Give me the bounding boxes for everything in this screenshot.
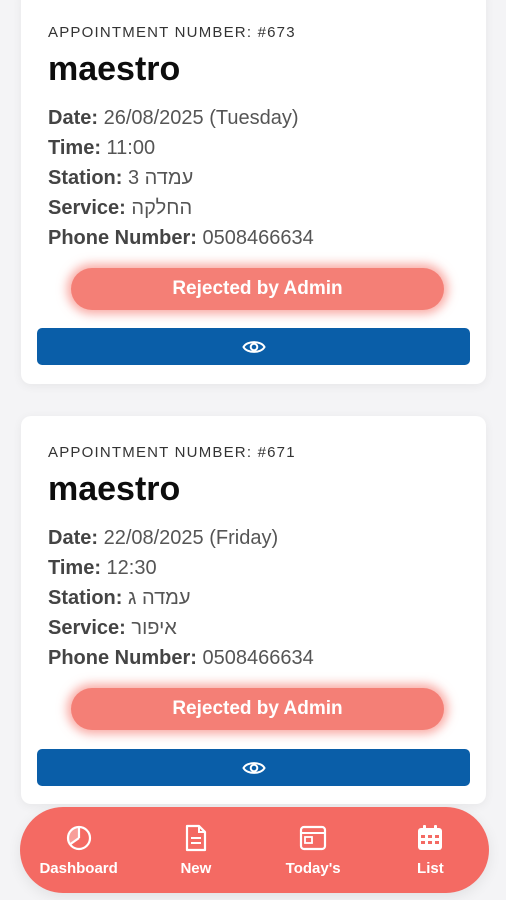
view-appointment-button[interactable] (37, 749, 470, 786)
appointment-number: APPOINTMENT NUMBER: #673 (48, 24, 296, 41)
date-row: Date: 26/08/2025 (Tuesday) (48, 103, 470, 133)
appointment-details: Date: 22/08/2025 (Friday) Time: 12:30 St… (48, 523, 470, 673)
appointment-details: Date: 26/08/2025 (Tuesday) Time: 11:00 S… (48, 103, 470, 253)
appointment-card: APPOINTMENT NUMBER: #673 maestro Date: 2… (21, 0, 486, 384)
station-row: Station: עמדה ג (48, 583, 470, 613)
browser-window-icon (299, 824, 327, 852)
eye-icon (241, 340, 266, 353)
phone-label: Phone Number: (48, 647, 197, 669)
client-name: maestro (48, 470, 181, 508)
date-value: 26/08/2025 (Tuesday) (103, 107, 299, 129)
service-value: איפור (131, 617, 177, 639)
phone-row: Phone Number: 0508466634 (48, 643, 470, 673)
date-label: Date: (48, 107, 99, 129)
status-badge: Rejected by Admin (71, 688, 444, 730)
time-label: Time: (48, 137, 101, 159)
station-row: Station: עמדה 3 (48, 163, 470, 193)
service-label: Service: (48, 197, 126, 219)
appointment-number: APPOINTMENT NUMBER: #671 (48, 444, 296, 461)
status-badge: Rejected by Admin (71, 268, 444, 310)
service-value: החלקה (131, 197, 193, 219)
view-appointment-button[interactable] (37, 328, 470, 365)
station-value: עמדה ג (128, 587, 191, 609)
nav-item-list[interactable]: List (375, 824, 485, 877)
service-row: Service: החלקה (48, 193, 470, 223)
nav-label: Today's (285, 859, 341, 877)
date-value: 22/08/2025 (Friday) (103, 527, 279, 549)
service-label: Service: (48, 617, 126, 639)
nav-label: Dashboard (39, 859, 118, 877)
station-value: עמדה 3 (128, 167, 194, 189)
eye-icon (241, 761, 266, 774)
calendar-icon (416, 824, 444, 852)
date-row: Date: 22/08/2025 (Friday) (48, 523, 470, 553)
phone-value: 0508466634 (202, 227, 314, 249)
phone-value: 0508466634 (202, 647, 314, 669)
phone-row: Phone Number: 0508466634 (48, 223, 470, 253)
appointments-page: APPOINTMENT NUMBER: #673 maestro Date: 2… (0, 0, 506, 900)
time-row: Time: 12:30 (48, 553, 470, 583)
nav-item-todays[interactable]: Today's (258, 824, 368, 877)
document-icon (182, 824, 210, 852)
nav-item-dashboard[interactable]: Dashboard (24, 824, 134, 877)
pie-chart-icon (65, 824, 93, 852)
time-label: Time: (48, 557, 101, 579)
time-value: 12:30 (106, 557, 157, 579)
nav-item-new[interactable]: New (141, 824, 251, 877)
station-label: Station: (48, 587, 123, 609)
client-name: maestro (48, 50, 181, 88)
bottom-nav: Dashboard New Today's List (20, 807, 489, 893)
time-value: 11:00 (106, 137, 156, 159)
nav-label: List (417, 859, 444, 877)
nav-label: New (180, 859, 212, 877)
appointment-card: APPOINTMENT NUMBER: #671 maestro Date: 2… (21, 416, 486, 804)
date-label: Date: (48, 527, 99, 549)
phone-label: Phone Number: (48, 227, 197, 249)
service-row: Service: איפור (48, 613, 470, 643)
time-row: Time: 11:00 (48, 133, 470, 163)
station-label: Station: (48, 167, 123, 189)
